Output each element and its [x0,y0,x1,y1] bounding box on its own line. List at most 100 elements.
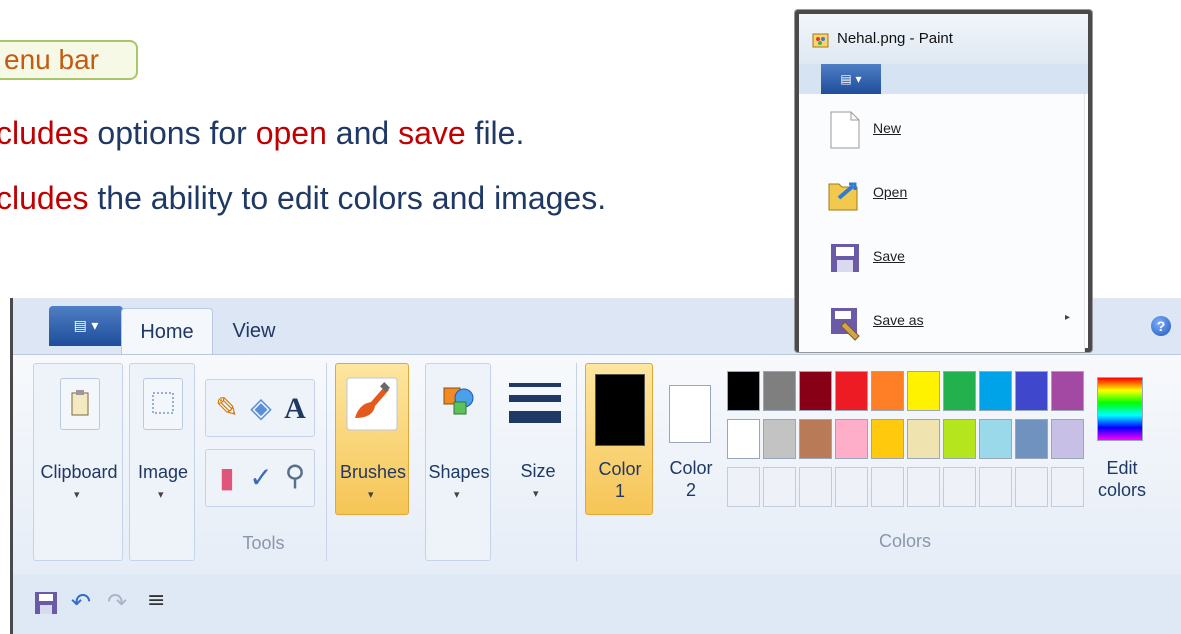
ribbon-home-panel: Clipboard ▾ Image ▾ ✎ ◈ A ▮ ✓ ⚲ Tools Br… [13,354,1181,576]
open-folder-icon [828,182,858,211]
submenu-arrow-icon: ▸ [1065,312,1071,323]
palette-swatch[interactable] [907,371,940,411]
edit-colors-label: Edit colors [1097,458,1146,500]
tab-view[interactable]: View [217,308,291,354]
colors-label: Colors [878,531,931,551]
redo-icon[interactable]: ↷ [107,588,127,616]
edit-colors-button[interactable]: Edit colors [1089,363,1155,515]
palette-empty-slot[interactable] [1051,467,1084,507]
paint-menu-button[interactable]: ▤ ▾ [821,64,881,94]
clipboard-label: Clipboard [40,462,118,482]
palette-swatch[interactable] [763,371,796,411]
palette-swatch[interactable] [727,371,760,411]
menu-item-save[interactable]: Save [799,228,1084,288]
palette-swatch[interactable] [1015,371,1048,411]
clipboard-group[interactable]: Clipboard ▾ [33,363,123,561]
text-tool-icon[interactable]: A [280,392,310,426]
size-group[interactable]: Size ▾ [499,363,577,561]
palette-swatch[interactable] [1015,419,1048,459]
palette-swatch[interactable] [871,371,904,411]
chevron-down-icon: ▾ [74,488,80,501]
paint-menu-icon: ▤ ▾ [840,72,862,86]
shapes-icon [440,378,478,428]
paint-menu-icon: ▤ ▾ [73,318,99,334]
chevron-down-icon: ▾ [158,488,164,501]
brushes-label: Brushes [339,462,407,482]
shapes-label: Shapes [428,462,490,482]
palette-swatch[interactable] [763,419,796,459]
menu-item-open[interactable]: Open [799,164,1084,224]
paint-menu-button[interactable]: ▤ ▾ [49,306,123,346]
quick-access-toolbar: ↶ ↷ ≡ [13,574,1181,634]
palette-empty-slot[interactable] [835,467,868,507]
palette-empty-slot[interactable] [871,467,904,507]
palette-empty-slot[interactable] [763,467,796,507]
palette-swatch[interactable] [799,419,832,459]
palette-swatch[interactable] [943,371,976,411]
window-title: Nehal.png - Paint [799,14,1088,64]
save-disk-icon [831,244,859,272]
paint-app-icon [812,33,829,48]
palette-swatch[interactable] [907,419,940,459]
tools-label: Tools [242,533,285,553]
undo-icon[interactable]: ↶ [71,588,91,616]
palette-swatch[interactable] [1051,371,1084,411]
palette-empty-slot[interactable] [1015,467,1048,507]
chevron-down-icon: ▾ [533,487,539,500]
palette-swatch[interactable] [727,419,760,459]
color1-label: Color 1 [598,459,642,501]
clipboard-icon [60,378,100,430]
palette-swatch[interactable] [1051,419,1084,459]
color2-label: Color 2 [669,458,713,500]
dropdown-menu-bar: ▤ ▾ [799,64,1088,94]
size-lines-icon [507,377,563,433]
palette-swatch[interactable] [979,419,1012,459]
save-as-icon [831,308,860,341]
chevron-down-icon: ▾ [368,488,374,501]
color-palette [727,371,1084,511]
rainbow-icon [1097,377,1143,441]
new-document-icon [830,111,860,149]
menu-item-new[interactable]: New [799,100,1084,160]
palette-swatch[interactable] [943,419,976,459]
color-picker-icon[interactable]: ✓ [246,464,276,492]
pencil-icon[interactable]: ✎ [212,394,242,422]
palette-empty-slot[interactable] [799,467,832,507]
tab-home[interactable]: Home [121,308,213,355]
palette-swatch[interactable] [835,419,868,459]
fill-icon[interactable]: ◈ [246,394,276,422]
bullet-open-save: cludes options for open and save file. [0,115,525,151]
file-menu-list: New Open Save Save as ▸ [799,94,1085,352]
chevron-down-icon: ▾ [454,488,460,501]
palette-swatch[interactable] [871,419,904,459]
color2-button[interactable]: Color 2 [661,363,721,515]
tools-group: ✎ ◈ A ▮ ✓ ⚲ Tools [201,363,327,561]
eraser-icon[interactable]: ▮ [212,464,242,492]
palette-empty-slot[interactable] [943,467,976,507]
image-label: Image [137,462,189,482]
palette-empty-slot[interactable] [907,467,940,507]
palette-empty-slot[interactable] [979,467,1012,507]
paint-menu-window: Nehal.png - Paint ▤ ▾ New Open Save Save… [795,10,1092,352]
color1-swatch [595,374,645,446]
customize-toolbar-icon[interactable]: ≡ [147,588,165,613]
tools-row-2: ▮ ✓ ⚲ [205,449,315,507]
tools-row-1: ✎ ◈ A [205,379,315,437]
palette-empty-slot[interactable] [727,467,760,507]
palette-swatch[interactable] [799,371,832,411]
menu-item-save-as[interactable]: Save as ▸ [799,292,1084,352]
palette-swatch[interactable] [835,371,868,411]
select-icon [143,378,183,430]
image-group[interactable]: Image ▾ [129,363,195,561]
color1-button[interactable]: Color 1 [585,363,653,515]
magnifier-icon[interactable]: ⚲ [280,462,310,490]
save-icon[interactable] [33,590,59,616]
palette-swatch[interactable] [979,371,1012,411]
brushes-button[interactable]: Brushes ▾ [335,363,409,515]
shapes-group[interactable]: Shapes ▾ [425,363,491,561]
brush-icon [345,374,399,432]
menu-bar-badge: enu bar [0,40,138,80]
size-label: Size [520,461,556,481]
bullet-edit-colors: cludes the ability to edit colors and im… [0,180,607,216]
help-icon[interactable]: ? [1151,316,1171,336]
